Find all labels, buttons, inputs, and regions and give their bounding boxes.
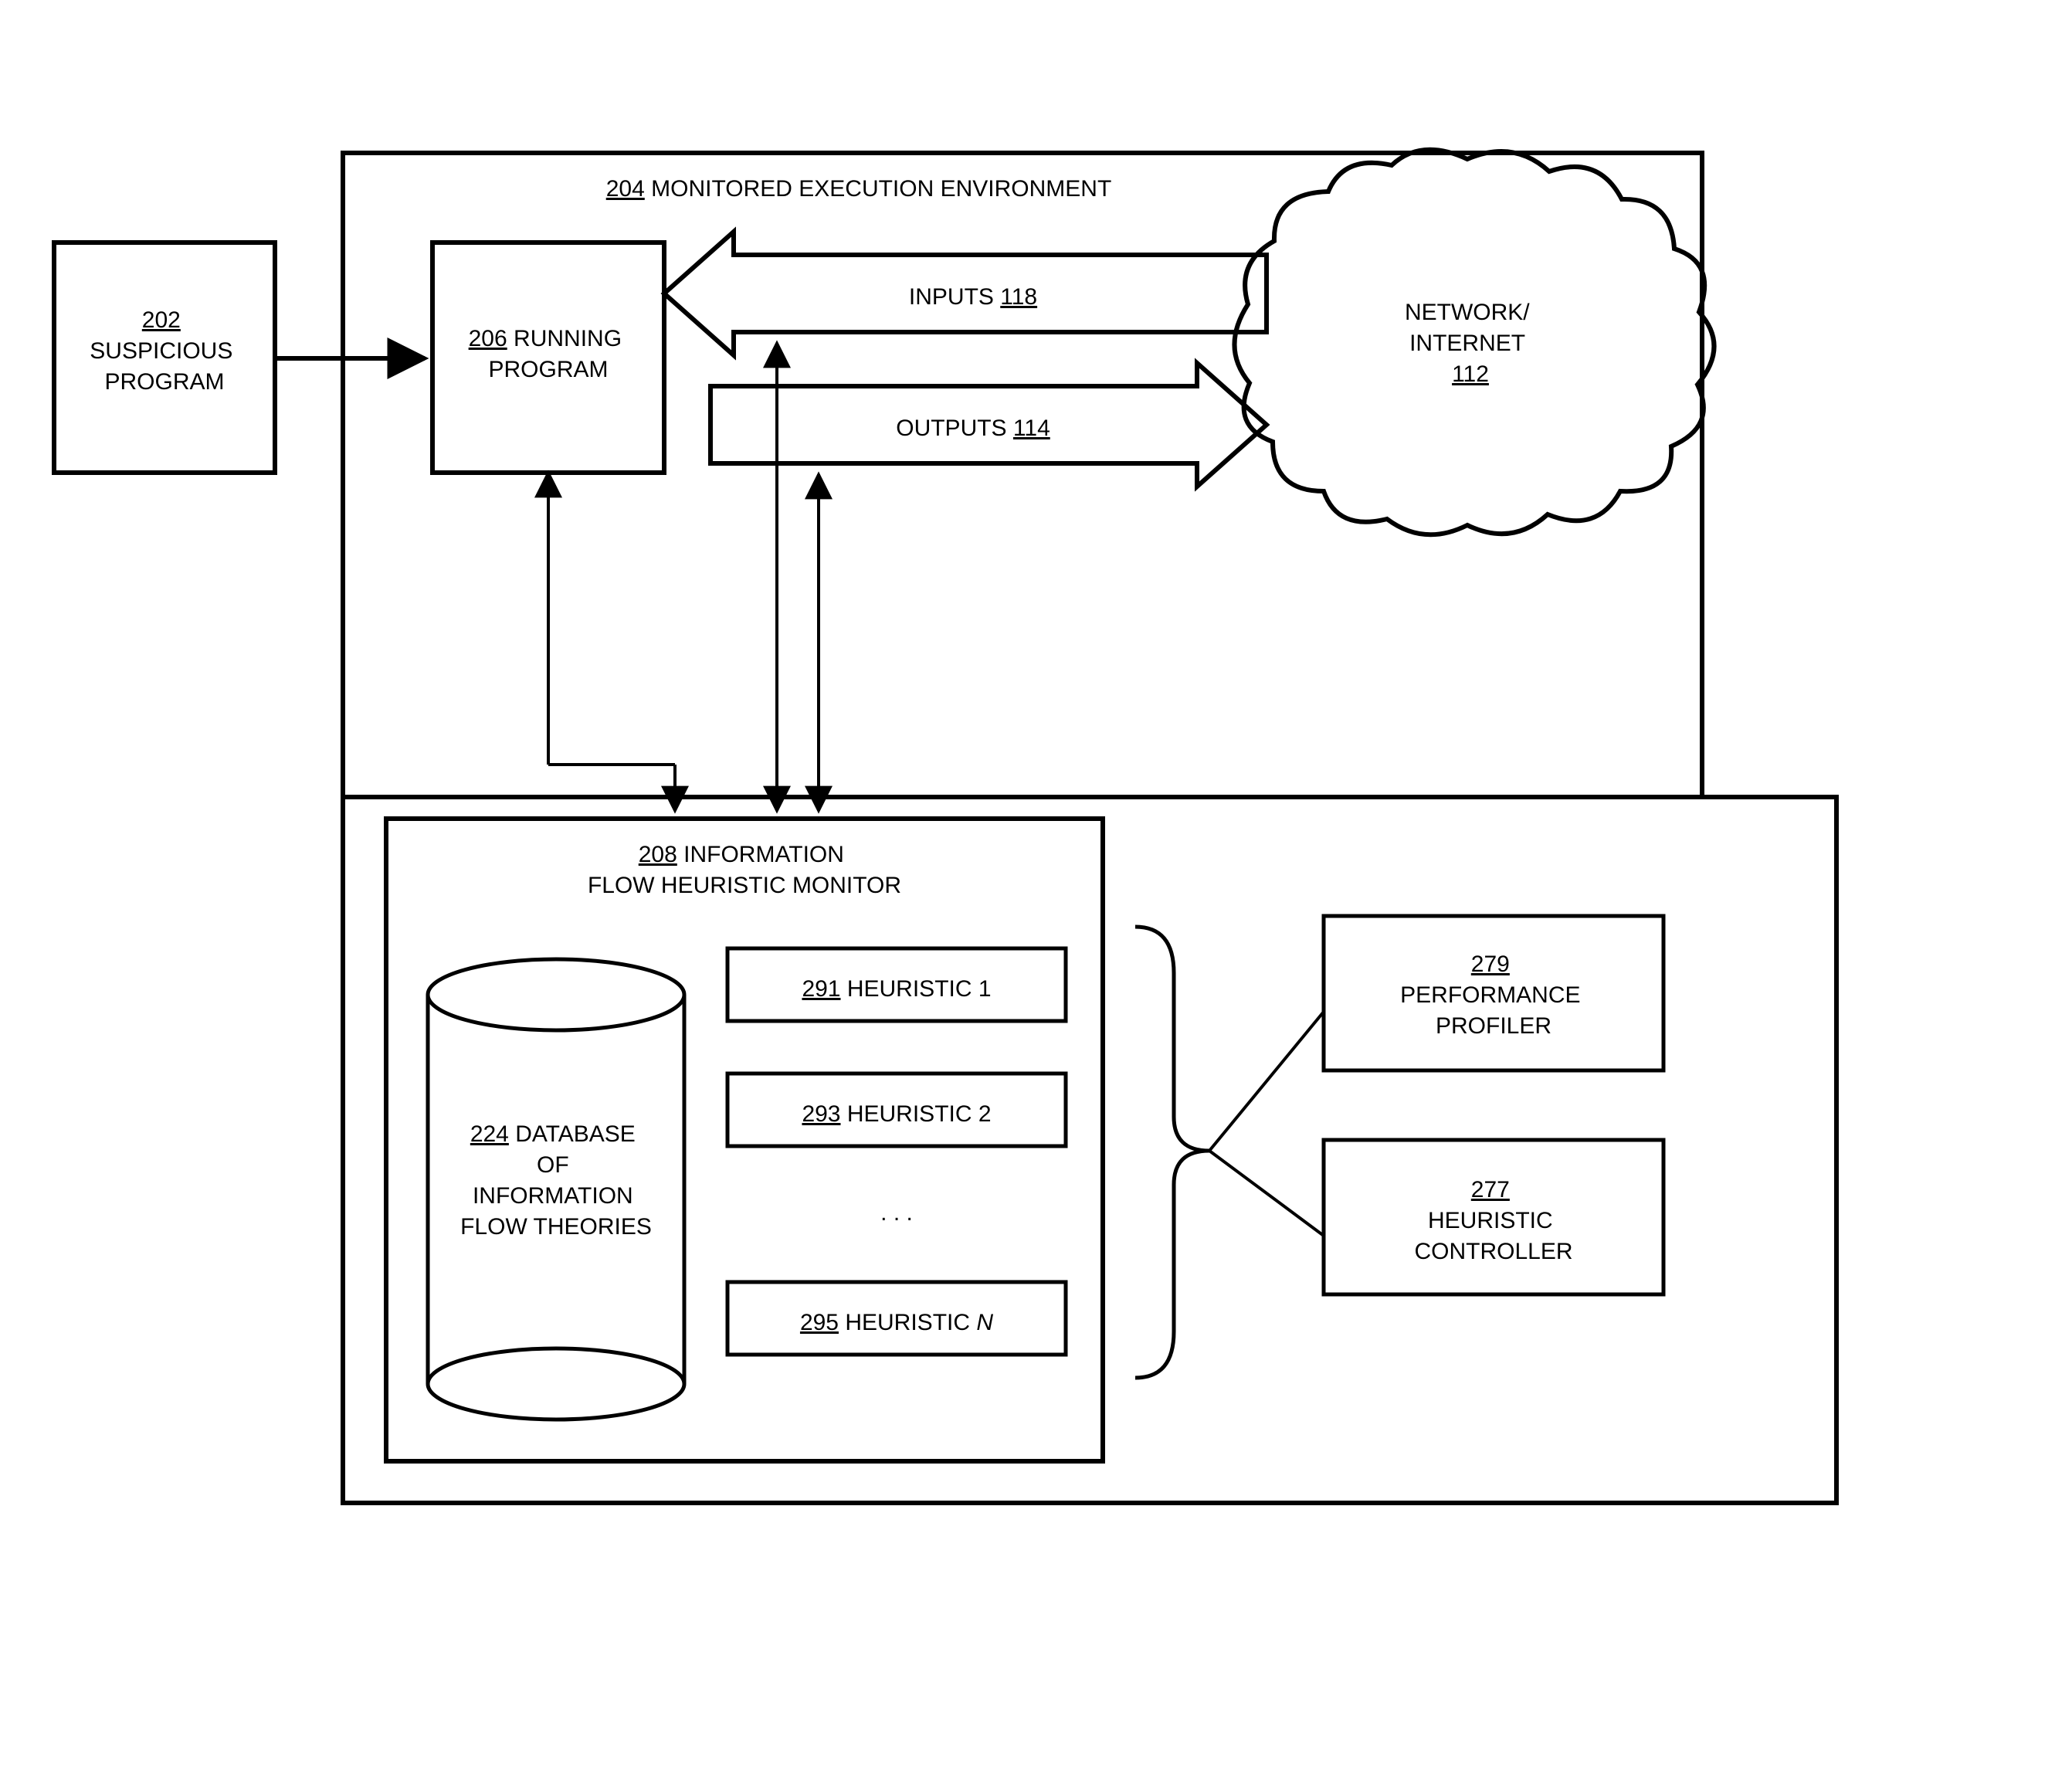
brace-to-controller (1209, 1151, 1324, 1236)
heuristic-1-label: 291 HEURISTIC 1 (802, 976, 991, 1002)
network-label: NETWORK/ INTERNET 112 (1405, 300, 1536, 387)
heuristic-ellipsis: . . . (880, 1200, 913, 1226)
inputs-label: INPUTS 118 (909, 284, 1037, 310)
brace-to-profiler (1209, 1012, 1324, 1151)
brace (1135, 927, 1209, 1378)
outputs-label: OUTPUTS 114 (896, 416, 1050, 441)
controller-label: 277 HEURISTIC CONTROLLER (1414, 1177, 1572, 1264)
heuristic-2-label: 293 HEURISTIC 2 (802, 1101, 991, 1127)
lower-container (343, 797, 1836, 1503)
monitor-label: 208 INFORMATION FLOW HEURISTIC MONITOR (588, 842, 901, 898)
running-program-label: 206 RUNNING PROGRAM (469, 326, 629, 382)
heuristic-n-label: 295 HEURISTIC N (800, 1310, 993, 1335)
env-title: 204 MONITORED EXECUTION ENVIRONMENT (606, 176, 1112, 202)
profiler-label: 279 PERFORMANCE PROFILER (1400, 951, 1587, 1039)
diagram-root: 204 MONITORED EXECUTION ENVIRONMENT 202 … (0, 0, 2072, 1774)
database-label: 224 DATABASE OF INFORMATION FLOW THEORIE… (460, 1121, 652, 1240)
suspicious-program-label: 202 SUSPICIOUS PROGRAM (90, 307, 239, 395)
